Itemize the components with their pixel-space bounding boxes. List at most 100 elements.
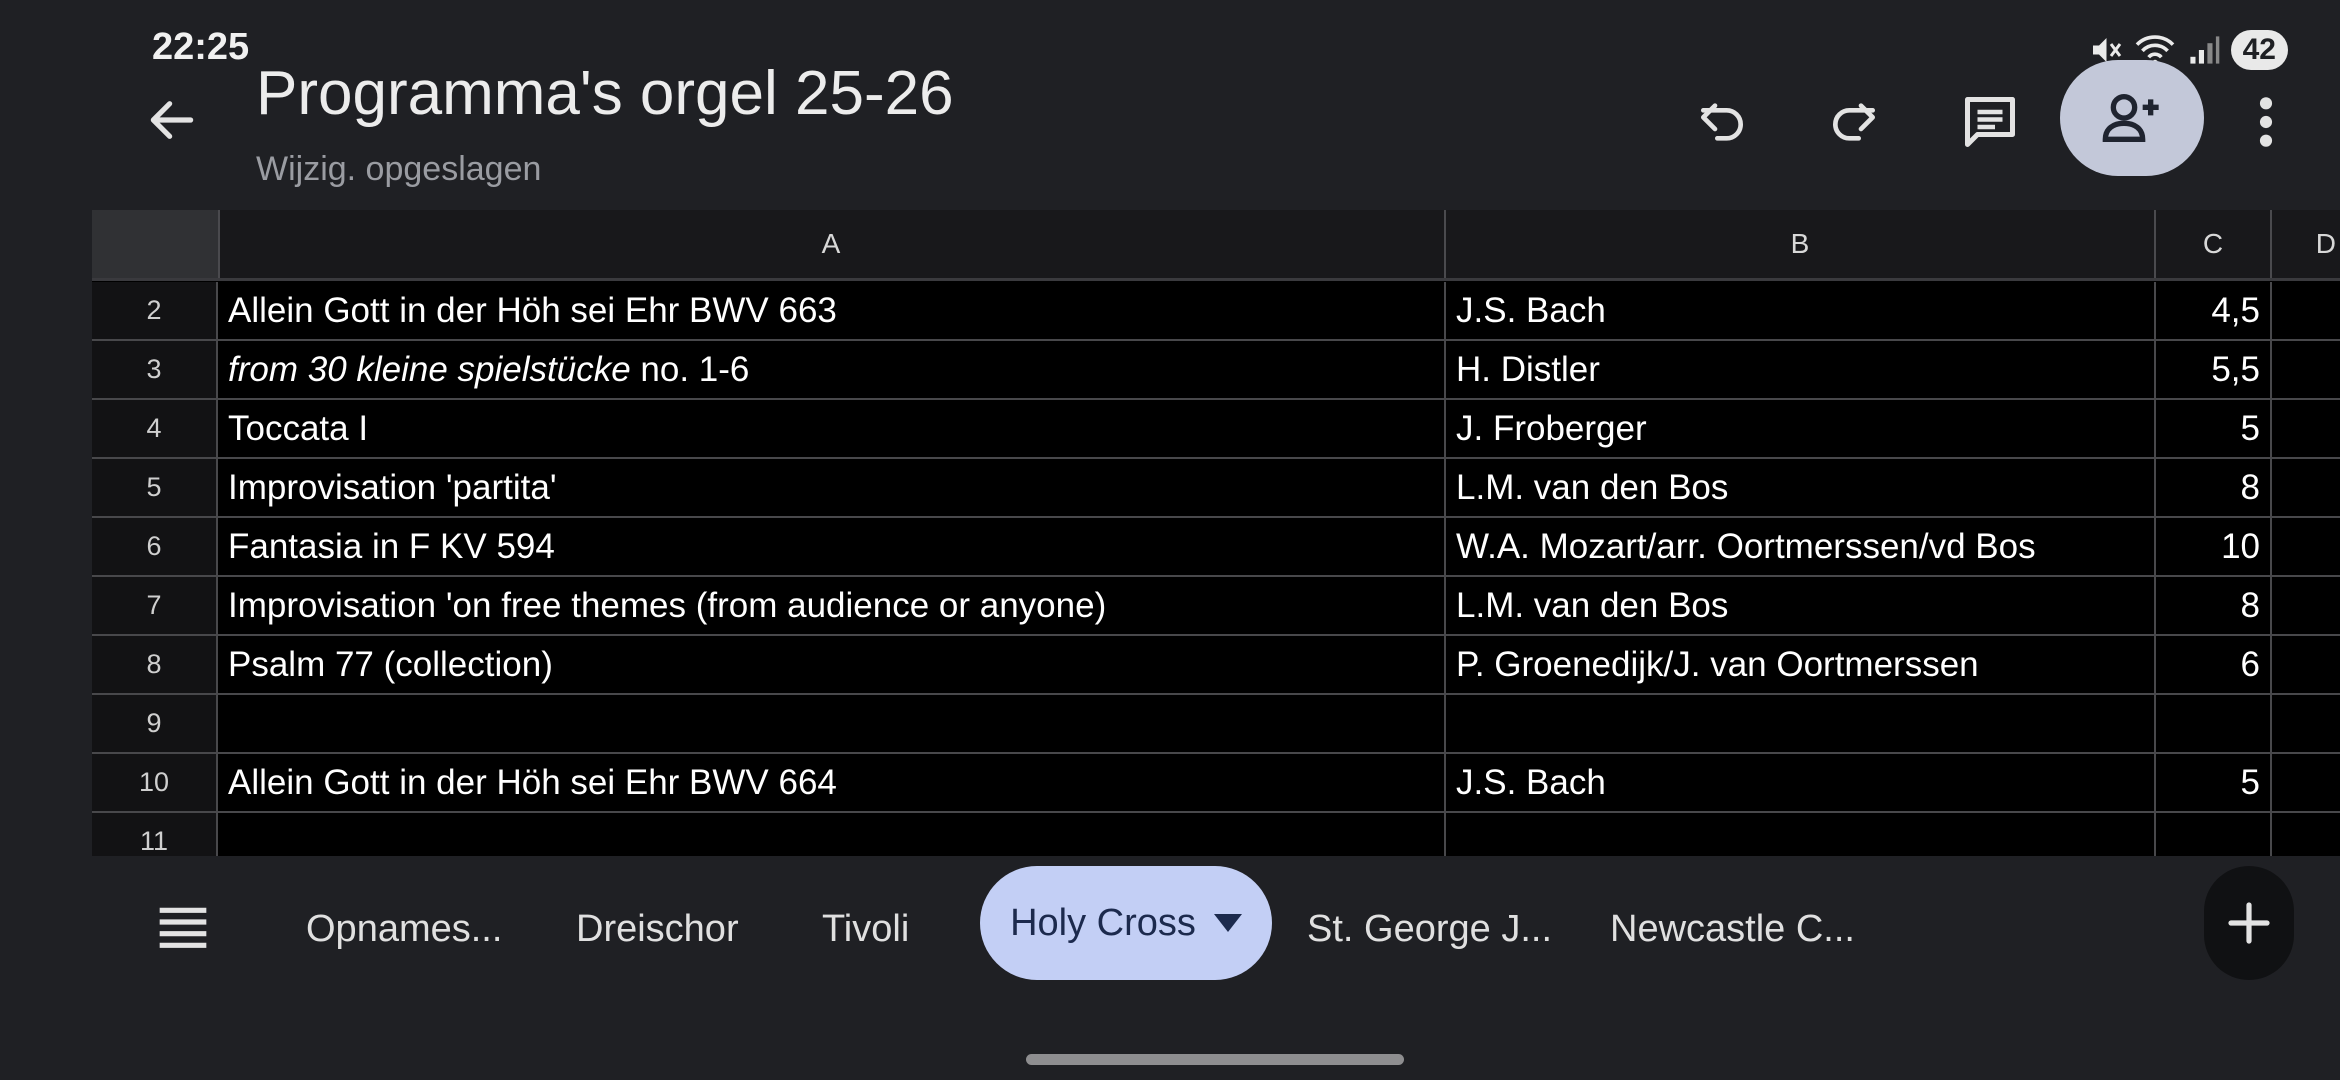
cell-c[interactable]: 5,5	[2156, 341, 2272, 398]
row-number[interactable]: 7	[92, 577, 218, 634]
add-sheet-button[interactable]	[2204, 866, 2294, 980]
cell-c[interactable]	[2156, 813, 2272, 856]
cell-b[interactable]: W.A. Mozart/arr. Oortmerssen/vd Bos	[1446, 518, 2156, 575]
cell-c[interactable]: 8	[2156, 577, 2272, 634]
cell-c[interactable]	[2156, 695, 2272, 752]
save-status: Wijzig. opgeslagen	[256, 150, 542, 188]
cell-d[interactable]	[2272, 400, 2340, 457]
column-header-c[interactable]: C	[2156, 210, 2272, 278]
cell-a[interactable]: Allein Gott in der Höh sei Ehr BWV 664	[218, 754, 1446, 811]
row-number[interactable]: 8	[92, 636, 218, 693]
cell-a[interactable]: Improvisation 'partita'	[218, 459, 1446, 516]
cell-a[interactable]: from 30 kleine spielstücke no. 1-6	[218, 341, 1446, 398]
cell-b[interactable]: L.M. van den Bos	[1446, 459, 2156, 516]
signal-icon	[2190, 36, 2219, 64]
share-button[interactable]	[2060, 60, 2204, 176]
sheet-tab-opnames[interactable]: Opnames...	[306, 886, 502, 972]
cell-c[interactable]: 5	[2156, 754, 2272, 811]
row-number[interactable]: 9	[92, 695, 218, 752]
cell-b[interactable]: J.S. Bach	[1446, 282, 2156, 339]
cell-c[interactable]: 5	[2156, 400, 2272, 457]
cell-b[interactable]	[1446, 813, 2156, 856]
table-row: 2 Allein Gott in der Höh sei Ehr BWV 663…	[92, 282, 2340, 341]
cell-d[interactable]	[2272, 636, 2340, 693]
table-row: 9	[92, 695, 2340, 754]
cell-d[interactable]	[2272, 577, 2340, 634]
cell-a-text: no. 1-6	[630, 349, 750, 389]
cell-a[interactable]: Improvisation 'on free themes (from audi…	[218, 577, 1446, 634]
grid-rows: 2 Allein Gott in der Höh sei Ehr BWV 663…	[92, 282, 2340, 856]
list-menu-icon	[159, 907, 207, 948]
row-number[interactable]: 11	[92, 813, 218, 856]
spreadsheet-grid[interactable]: A B C D 2 Allein Gott in der Höh sei Ehr…	[92, 210, 2340, 856]
home-indicator[interactable]	[1026, 1054, 1404, 1065]
battery-level: 42	[2230, 30, 2288, 70]
undo-button[interactable]	[1682, 82, 1762, 162]
table-row: 5 Improvisation 'partita' L.M. van den B…	[92, 459, 2340, 518]
sheet-tab-label: Holy Cross	[1010, 901, 1196, 944]
sheet-tab-st-george[interactable]: St. George J...	[1307, 886, 1552, 972]
cell-d[interactable]	[2272, 695, 2340, 752]
table-row: 7 Improvisation 'on free themes (from au…	[92, 577, 2340, 636]
cell-c[interactable]: 10	[2156, 518, 2272, 575]
comment-icon	[1965, 97, 2015, 147]
cell-b[interactable]: L.M. van den Bos	[1446, 577, 2156, 634]
comment-button[interactable]	[1950, 82, 2030, 162]
status-time: 22:25	[152, 26, 250, 68]
cell-b[interactable]: H. Distler	[1446, 341, 2156, 398]
cell-d[interactable]	[2272, 754, 2340, 811]
cell-b[interactable]: J.S. Bach	[1446, 754, 2156, 811]
triangle-down-icon[interactable]	[1213, 914, 1242, 932]
cell-c[interactable]: 4,5	[2156, 282, 2272, 339]
column-header-a[interactable]: A	[218, 210, 1446, 278]
row-number[interactable]: 5	[92, 459, 218, 516]
row-number[interactable]: 10	[92, 754, 218, 811]
column-header-bar: A B C D	[92, 210, 2340, 281]
table-row: 10 Allein Gott in der Höh sei Ehr BWV 66…	[92, 754, 2340, 813]
redo-icon	[1833, 103, 1875, 141]
cell-a[interactable]: Toccata I	[218, 400, 1446, 457]
cell-a-italic-text: from 30 kleine spielstücke	[228, 349, 631, 389]
table-row: 6 Fantasia in F KV 594 W.A. Mozart/arr. …	[92, 518, 2340, 577]
column-header-d[interactable]: D	[2272, 210, 2340, 278]
row-number[interactable]: 3	[92, 341, 218, 398]
back-button[interactable]	[140, 88, 204, 152]
table-row: 3 from 30 kleine spielstücke no. 1-6 H. …	[92, 341, 2340, 400]
sheet-tab-tivoli[interactable]: Tivoli	[822, 886, 909, 972]
sheet-tab-newcastle[interactable]: Newcastle C...	[1610, 886, 1855, 972]
row-number[interactable]: 4	[92, 400, 218, 457]
more-vert-icon	[2259, 97, 2273, 147]
cell-b[interactable]: J. Froberger	[1446, 400, 2156, 457]
cell-d[interactable]	[2272, 518, 2340, 575]
cell-a[interactable]: Allein Gott in der Höh sei Ehr BWV 663	[218, 282, 1446, 339]
column-header-b[interactable]: B	[1446, 210, 2156, 278]
cell-a[interactable]	[218, 813, 1446, 856]
row-number[interactable]: 6	[92, 518, 218, 575]
cell-d[interactable]	[2272, 813, 2340, 856]
cell-a[interactable]	[218, 695, 1446, 752]
arrow-left-icon	[150, 101, 194, 139]
all-sheets-menu-button[interactable]	[150, 896, 216, 962]
sheet-tab-dreischor[interactable]: Dreischor	[576, 886, 739, 972]
plus-icon	[2228, 902, 2270, 944]
cell-d[interactable]	[2272, 459, 2340, 516]
table-row: 11	[92, 813, 2340, 856]
more-options-button[interactable]	[2236, 90, 2296, 154]
person-add-icon	[2102, 94, 2159, 142]
redo-button[interactable]	[1814, 82, 1894, 162]
cell-a[interactable]: Psalm 77 (collection)	[218, 636, 1446, 693]
undo-icon	[1701, 103, 1743, 141]
cell-c[interactable]: 8	[2156, 459, 2272, 516]
cell-d[interactable]	[2272, 282, 2340, 339]
cell-b[interactable]	[1446, 695, 2156, 752]
cell-d[interactable]	[2272, 341, 2340, 398]
select-all-corner[interactable]	[92, 210, 220, 278]
cell-a[interactable]: Fantasia in F KV 594	[218, 518, 1446, 575]
table-row: 8 Psalm 77 (collection) P. Groenedijk/J.…	[92, 636, 2340, 695]
cell-c[interactable]: 6	[2156, 636, 2272, 693]
sheet-tab-holy-cross[interactable]: Holy Cross	[980, 866, 1272, 980]
row-number[interactable]: 2	[92, 282, 218, 339]
cell-b[interactable]: P. Groenedijk/J. van Oortmerssen	[1446, 636, 2156, 693]
document-title[interactable]: Programma's orgel 25-26	[256, 58, 954, 129]
table-row: 4 Toccata I J. Froberger 5	[92, 400, 2340, 459]
